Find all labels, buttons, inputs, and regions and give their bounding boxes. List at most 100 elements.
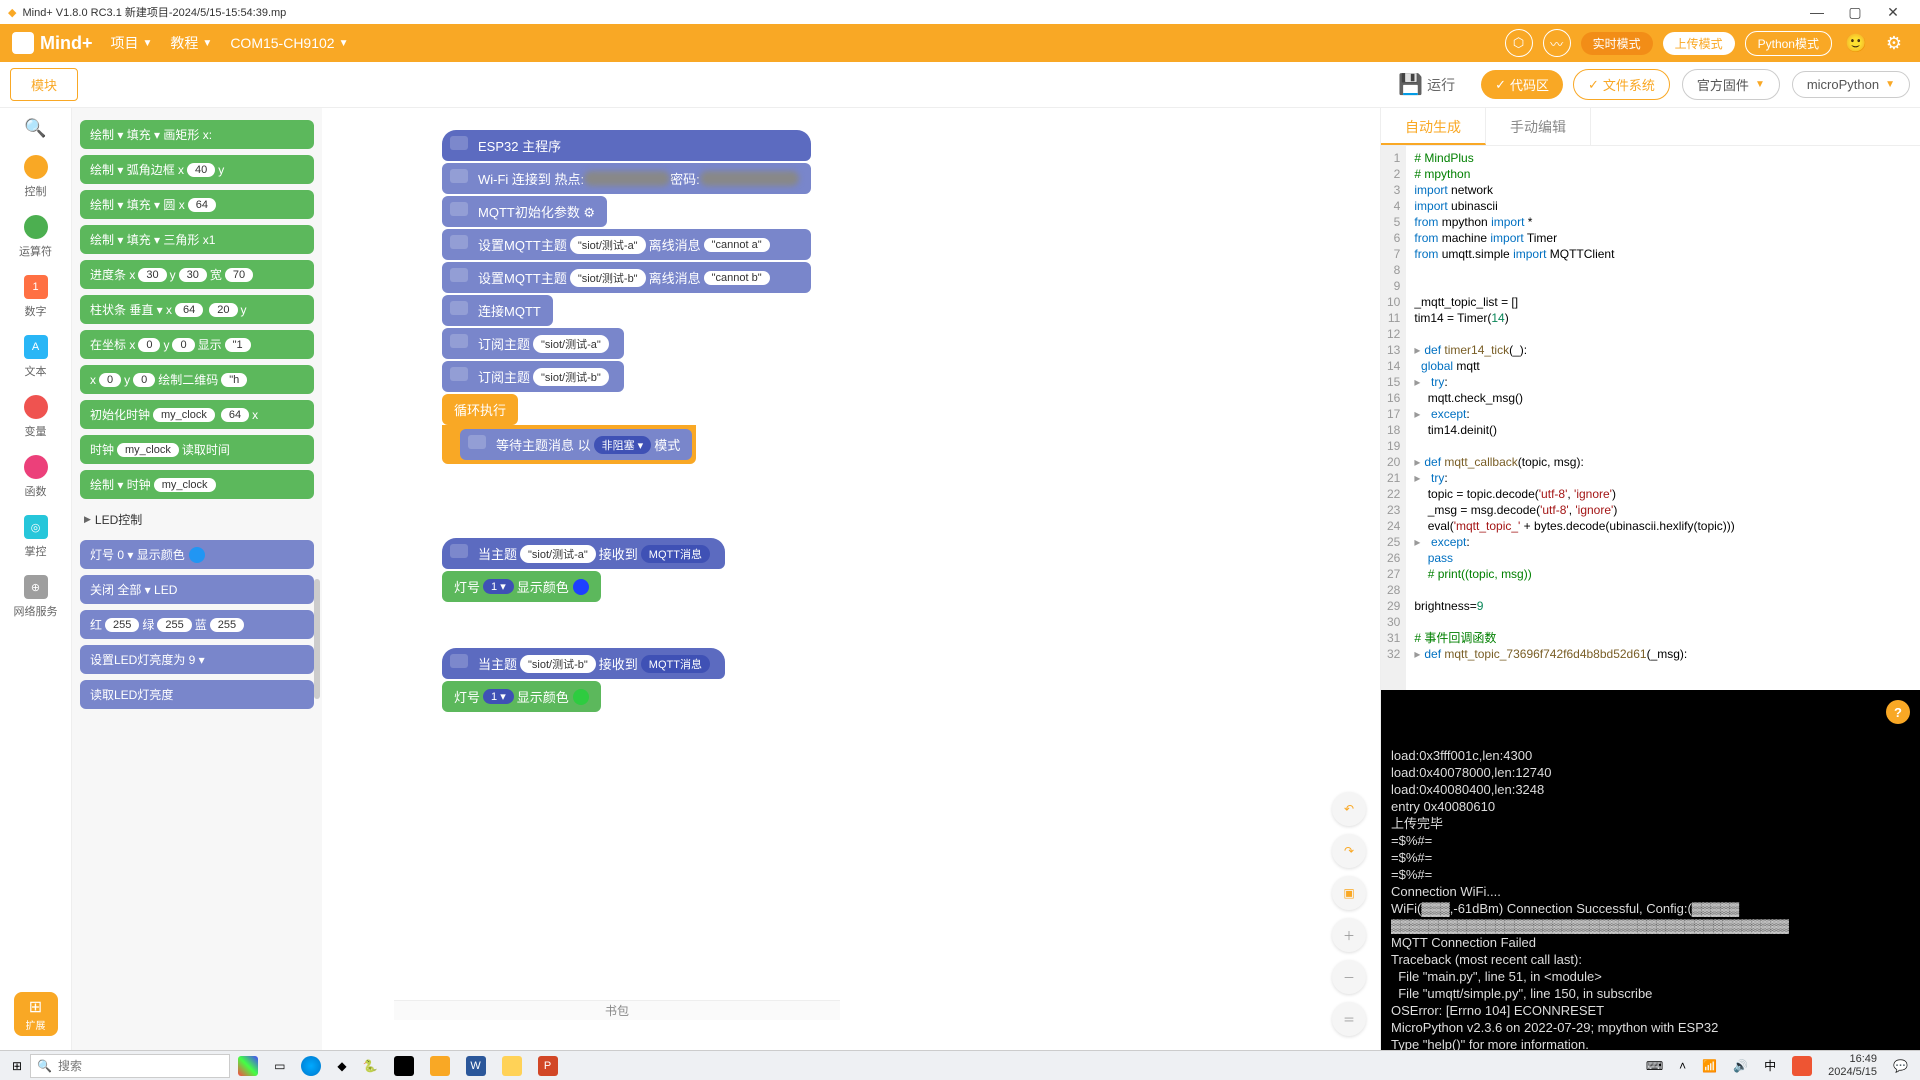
- block-loop[interactable]: 循环执行: [442, 394, 518, 425]
- category-文本[interactable]: A文本: [14, 335, 58, 379]
- file-system-button[interactable]: ✓ 文件系统: [1573, 69, 1670, 100]
- block-wifi[interactable]: Wi-Fi 连接到 热点:xxxx 密码:xxxxxx: [442, 163, 811, 194]
- firmware-select[interactable]: 官方固件▼: [1682, 69, 1780, 100]
- tb-explorer[interactable]: [494, 1051, 530, 1080]
- block-mqtt-init[interactable]: MQTT初始化参数 ⚙: [442, 196, 607, 227]
- palette-block[interactable]: 在坐标 x 0 y 0 显示 "1: [80, 330, 314, 359]
- tb-tray-ime[interactable]: 中: [1756, 1051, 1784, 1080]
- palette-block[interactable]: 设置LED灯亮度为 9 ▾: [80, 645, 314, 674]
- block-subscribe-a[interactable]: 订阅主题 "siot/测试-a": [442, 328, 624, 359]
- tab-manual-edit[interactable]: 手动编辑: [1486, 108, 1591, 145]
- palette-block[interactable]: 关闭 全部 ▾ LED: [80, 575, 314, 604]
- tb-tray-volume[interactable]: 🔊: [1725, 1051, 1756, 1080]
- palette-scrollbar[interactable]: [314, 579, 320, 699]
- palette-block[interactable]: 初始化时钟 my_clock64 x: [80, 400, 314, 429]
- chart-icon[interactable]: ⬡: [1505, 29, 1533, 57]
- palette-block[interactable]: 绘制 ▾ 填充 ▾ 圆 x 64: [80, 190, 314, 219]
- stack-main[interactable]: ESP32 主程序 Wi-Fi 连接到 热点:xxxx 密码:xxxxxx MQ…: [442, 130, 811, 464]
- palette-block[interactable]: 绘制 ▾ 时钟 my_clock: [80, 470, 314, 499]
- hat-topic-a[interactable]: 当主题 "siot/测试-a" 接收到 MQTT消息: [442, 538, 725, 569]
- palette-block[interactable]: 时钟 my_clock 读取时间: [80, 435, 314, 464]
- tb-word[interactable]: W: [458, 1051, 494, 1080]
- mode-realtime[interactable]: 实时模式: [1581, 32, 1653, 55]
- tb-python[interactable]: 🐍: [355, 1051, 386, 1080]
- palette-block[interactable]: 读取LED灯亮度: [80, 680, 314, 709]
- palette-block[interactable]: 进度条 x 30 y 30 宽 70: [80, 260, 314, 289]
- close-button[interactable]: ✕: [1874, 4, 1912, 21]
- code-area-button[interactable]: ✓ 代码区: [1481, 70, 1563, 99]
- zoom-reset-button[interactable]: ＝: [1332, 1002, 1366, 1036]
- block-loop-body[interactable]: 等待主题消息 以 非阻塞 ▾ 模式: [442, 425, 696, 464]
- block-palette[interactable]: 绘制 ▾ 填充 ▾ 画矩形 x: 绘制 ▾ 弧角边框 x 40 y 绘制 ▾ 填充 …: [72, 108, 322, 1050]
- start-button[interactable]: ⊞: [4, 1051, 30, 1080]
- category-运算符[interactable]: 运算符: [14, 215, 58, 259]
- maximize-button[interactable]: ▢: [1836, 4, 1874, 21]
- category-函数[interactable]: 函数: [14, 455, 58, 499]
- block-led-a[interactable]: 灯号 1 ▾ 显示颜色: [442, 571, 601, 602]
- palette-block[interactable]: 柱状条 垂直 ▾ x 6420 y: [80, 295, 314, 324]
- redo-button[interactable]: ↷: [1332, 834, 1366, 868]
- taskbar-clock[interactable]: 16:492024/5/15: [1820, 1053, 1885, 1079]
- category-数字[interactable]: 1数字: [14, 275, 58, 319]
- menu-port[interactable]: COM15-CH9102▼: [230, 35, 348, 51]
- tab-module[interactable]: 模块: [10, 68, 78, 101]
- tb-mindplus[interactable]: [422, 1051, 458, 1080]
- block-led-b[interactable]: 灯号 1 ▾ 显示颜色: [442, 681, 601, 712]
- backpack-bar[interactable]: 书包: [394, 1000, 840, 1020]
- zoom-out-button[interactable]: －: [1332, 960, 1366, 994]
- mode-upload[interactable]: 上传模式: [1663, 32, 1735, 55]
- tb-tray-wifi[interactable]: 📶: [1694, 1051, 1725, 1080]
- tb-app-3[interactable]: [386, 1051, 422, 1080]
- palette-block[interactable]: 绘制 ▾ 填充 ▾ 三角形 x1: [80, 225, 314, 254]
- stack-handler-a[interactable]: 当主题 "siot/测试-a" 接收到 MQTT消息 灯号 1 ▾ 显示颜色: [442, 538, 725, 604]
- palette-block[interactable]: 灯号 0 ▾ 显示颜色: [80, 540, 314, 569]
- led-section-header[interactable]: LED控制: [72, 505, 322, 534]
- tb-app-1[interactable]: [230, 1051, 266, 1080]
- zoom-in-button[interactable]: ＋: [1332, 918, 1366, 952]
- recenter-button[interactable]: ▣: [1332, 876, 1366, 910]
- tb-app-2[interactable]: ◆: [329, 1051, 354, 1080]
- hat-topic-b[interactable]: 当主题 "siot/测试-b" 接收到 MQTT消息: [442, 648, 725, 679]
- menu-project[interactable]: 项目▼: [111, 33, 153, 53]
- tb-tray-up[interactable]: ˄: [1671, 1051, 1694, 1080]
- terminal[interactable]: ? load:0x3fff001c,len:4300load:0x4007800…: [1381, 690, 1920, 1050]
- menu-tutorial[interactable]: 教程▼: [170, 33, 212, 53]
- minimize-button[interactable]: —: [1798, 4, 1836, 20]
- run-button[interactable]: 💾运行: [1398, 72, 1455, 97]
- settings-icon[interactable]: ⚙: [1880, 29, 1908, 57]
- palette-block[interactable]: 绘制 ▾ 填充 ▾ 画矩形 x:: [80, 120, 314, 149]
- window-title: Mind+ V1.8.0 RC3.1 新建项目-2024/5/15-15:54:…: [22, 4, 286, 20]
- taskbar-search[interactable]: 🔍 搜索: [30, 1054, 230, 1078]
- waveform-icon[interactable]: 〰: [1543, 29, 1571, 57]
- hat-esp32[interactable]: ESP32 主程序: [442, 130, 811, 161]
- palette-block[interactable]: 红 255 绿 255 蓝 255: [80, 610, 314, 639]
- terminal-help-icon[interactable]: ?: [1886, 700, 1910, 724]
- mode-python[interactable]: Python模式: [1745, 31, 1832, 56]
- search-button[interactable]: 🔍: [24, 118, 46, 139]
- category-控制[interactable]: 控制: [14, 155, 58, 199]
- category-变量[interactable]: 变量: [14, 395, 58, 439]
- extension-button[interactable]: ⊞扩展: [14, 992, 58, 1036]
- block-set-topic-a[interactable]: 设置MQTT主题 "siot/测试-a" 离线消息 "cannot a": [442, 229, 811, 260]
- micropython-select[interactable]: microPython▼: [1792, 71, 1910, 98]
- tab-auto-generate[interactable]: 自动生成: [1381, 108, 1486, 145]
- tb-task-view[interactable]: ▭: [266, 1051, 293, 1080]
- block-wait-topic[interactable]: 等待主题消息 以 非阻塞 ▾ 模式: [460, 429, 692, 460]
- tb-notifications[interactable]: 💬: [1885, 1051, 1916, 1080]
- user-icon[interactable]: 🙂: [1842, 29, 1870, 57]
- block-canvas[interactable]: ESP32 主程序 Wi-Fi 连接到 热点:xxxx 密码:xxxxxx MQ…: [322, 108, 1380, 1050]
- block-connect-mqtt[interactable]: 连接MQTT: [442, 295, 553, 326]
- palette-block[interactable]: x 0 y 0 绘制二维码 "h: [80, 365, 314, 394]
- tb-powerpoint[interactable]: P: [530, 1051, 566, 1080]
- tb-tray-app[interactable]: [1784, 1051, 1820, 1080]
- block-subscribe-b[interactable]: 订阅主题 "siot/测试-b": [442, 361, 624, 392]
- category-掌控[interactable]: ◎掌控: [14, 515, 58, 559]
- block-set-topic-b[interactable]: 设置MQTT主题 "siot/测试-b" 离线消息 "cannot b": [442, 262, 811, 293]
- undo-button[interactable]: ↶: [1332, 792, 1366, 826]
- category-网络服务[interactable]: ⊕网络服务: [14, 575, 58, 619]
- tb-edge[interactable]: [293, 1051, 329, 1080]
- stack-handler-b[interactable]: 当主题 "siot/测试-b" 接收到 MQTT消息 灯号 1 ▾ 显示颜色: [442, 648, 725, 714]
- code-editor[interactable]: 1234567891011121314151617181920212223242…: [1381, 146, 1920, 690]
- palette-block[interactable]: 绘制 ▾ 弧角边框 x 40 y: [80, 155, 314, 184]
- tb-tray-keyboard[interactable]: ⌨: [1638, 1051, 1671, 1080]
